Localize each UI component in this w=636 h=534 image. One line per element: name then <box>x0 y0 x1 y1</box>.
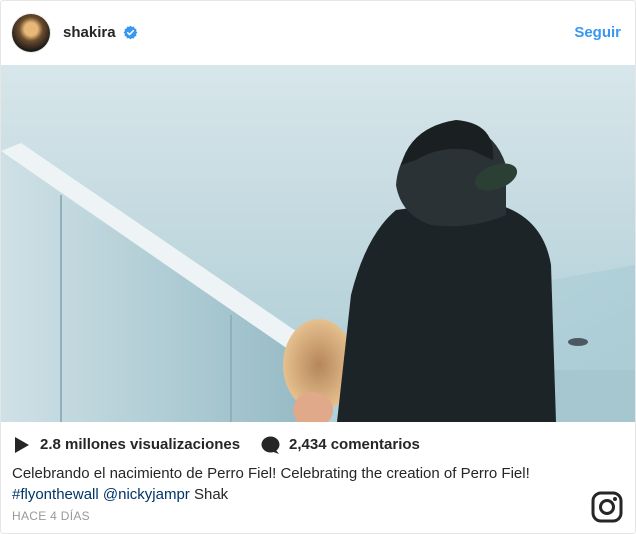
post-caption: Celebrando el nacimiento de Perro Fiel! … <box>12 463 622 505</box>
post-stats: 2.8 millones visualizaciones 2,434 comen… <box>1 433 635 457</box>
post-timestamp[interactable]: HACE 4 DÍAS <box>12 509 90 523</box>
caption-text: Celebrando el nacimiento de Perro Fiel! … <box>12 465 530 482</box>
comment-bubble-icon[interactable] <box>261 436 280 454</box>
follow-button[interactable]: Seguir <box>574 24 621 41</box>
video-frame <box>1 65 635 422</box>
verified-badge-icon <box>123 25 138 40</box>
views-count: 2.8 millones visualizaciones <box>40 436 241 453</box>
hashtag-link[interactable]: #flyonthewall <box>12 486 99 503</box>
instagram-embed-card: shakira Seguir 2.8 millones visualizacio… <box>0 0 636 534</box>
avatar[interactable] <box>12 14 50 52</box>
comments-count[interactable]: 2,434 comentarios <box>289 436 420 453</box>
play-icon <box>15 437 29 453</box>
post-header: shakira Seguir <box>1 1 635 65</box>
mention-link[interactable]: @nickyjampr <box>103 486 190 503</box>
video-player[interactable] <box>1 65 635 422</box>
instagram-logo-icon[interactable] <box>591 491 623 523</box>
username[interactable]: shakira <box>63 24 116 41</box>
caption-suffix: Shak <box>193 486 229 503</box>
